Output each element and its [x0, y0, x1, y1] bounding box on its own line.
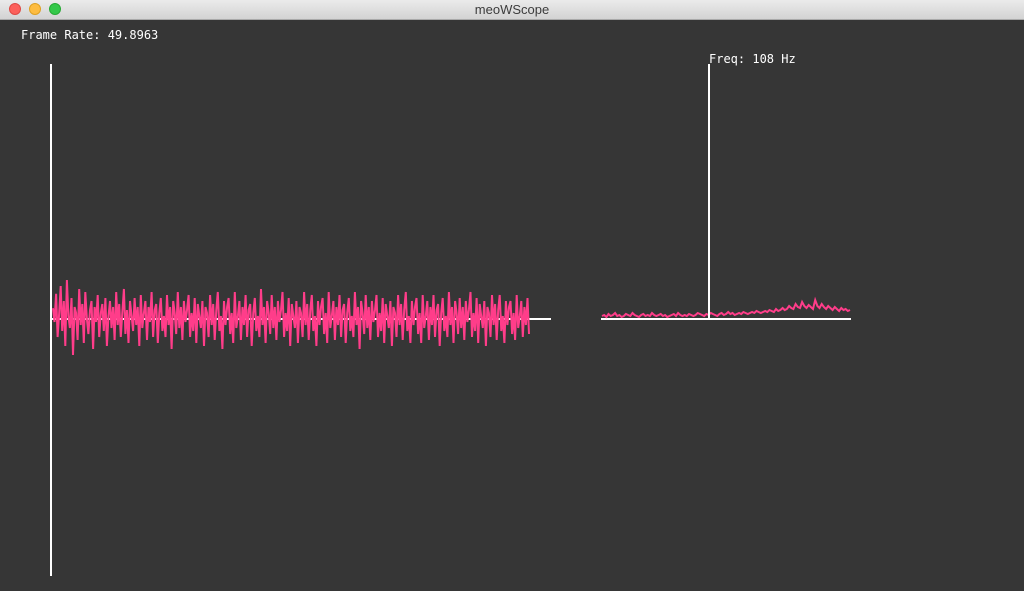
spectrum-trace — [601, 296, 851, 319]
window-title: meoWScope — [474, 2, 550, 17]
scope-canvas: Frame Rate: 49.8963 Freq: 108 Hz — [0, 20, 1024, 591]
scope-plot — [50, 64, 851, 576]
frequency-readout: Freq: 108 Hz — [709, 52, 796, 66]
app-window: meoWScope Frame Rate: 49.8963 Freq: 108 … — [0, 0, 1024, 591]
title-bar[interactable]: meoWScope — [0, 0, 1024, 20]
frame-rate-readout: Frame Rate: 49.8963 — [21, 28, 159, 42]
waveform-trace — [52, 279, 530, 356]
